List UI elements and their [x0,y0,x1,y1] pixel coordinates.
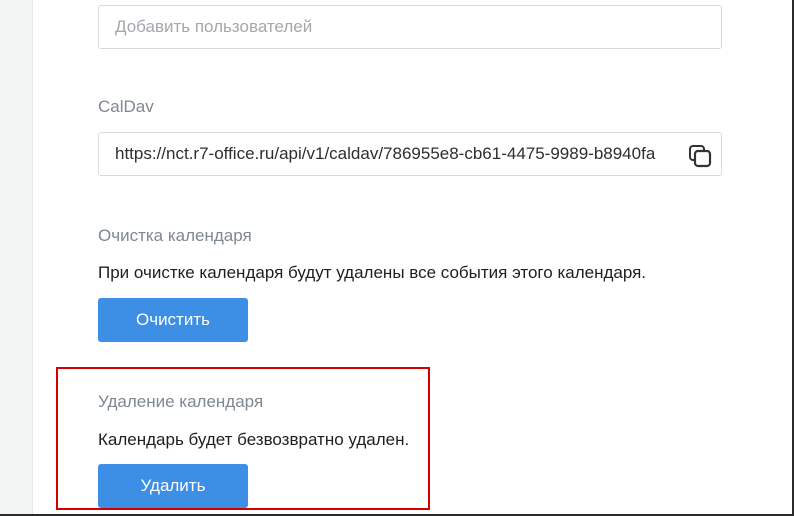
caldav-label: CalDav [98,97,154,116]
delete-calendar-description: Календарь будет безвозвратно удален. [98,430,410,449]
delete-calendar-label: Удаление календаря [98,392,264,411]
clear-calendar-description: При очистке календаря будут удалены все … [98,263,647,282]
add-users-input[interactable]: Добавить пользователей [98,5,722,49]
delete-calendar-button[interactable]: Удалить [98,464,248,508]
copy-icon[interactable] [687,143,713,169]
caldav-url-text: https://nct.r7-office.ru/api/v1/caldav/7… [115,144,656,163]
caldav-url-field[interactable]: https://nct.r7-office.ru/api/v1/caldav/7… [98,132,722,176]
clear-calendar-label: Очистка календаря [98,226,252,245]
clear-calendar-button[interactable]: Очистить [98,298,248,342]
